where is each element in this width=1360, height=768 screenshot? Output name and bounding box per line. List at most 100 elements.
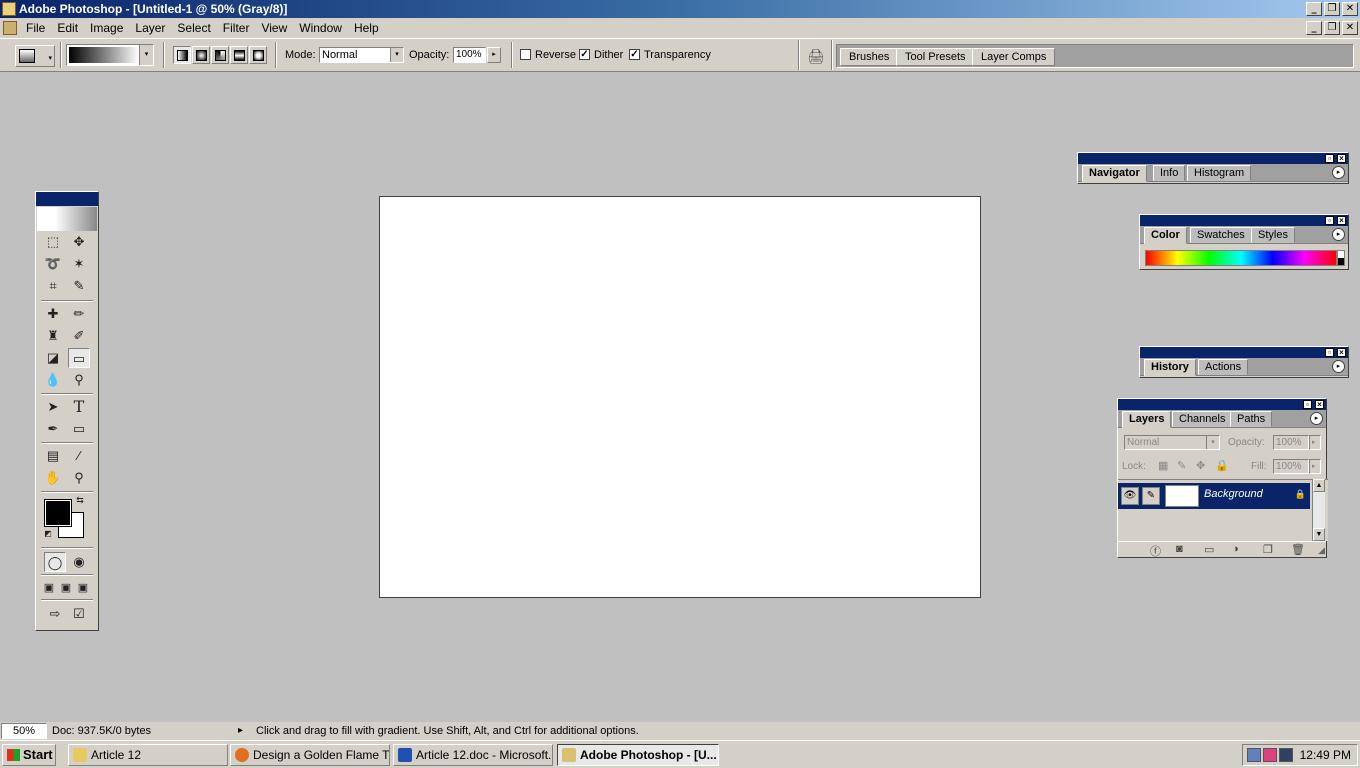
start-button[interactable]: Start	[2, 744, 56, 766]
tab-styles[interactable]: Styles	[1251, 227, 1295, 243]
tab-navigator[interactable]: Navigator	[1082, 165, 1147, 182]
palette-minimize-icon[interactable]: ▫	[1303, 400, 1312, 409]
palette-close-icon[interactable]: ×	[1337, 216, 1346, 225]
menu-help[interactable]: Help	[348, 21, 385, 35]
pen-tool-icon[interactable]: ✒	[42, 419, 64, 439]
palette-menu-icon[interactable]: ▸	[1310, 412, 1323, 425]
slice-tool-icon[interactable]: ✎	[68, 276, 90, 296]
palette-close-icon[interactable]: ×	[1337, 348, 1346, 357]
healing-brush-tool-icon[interactable]: ✚	[42, 304, 64, 324]
menu-layer[interactable]: Layer	[129, 21, 171, 35]
lock-all-icon[interactable]: 🔒	[1215, 459, 1229, 472]
taskbar-button-firefox[interactable]: Design a Golden Flame T...	[230, 744, 390, 766]
palette-close-icon[interactable]: ×	[1315, 400, 1324, 409]
tab-color[interactable]: Color	[1144, 227, 1187, 244]
black-white-swatch[interactable]	[1337, 250, 1345, 266]
photoshop-feather-logo[interactable]	[37, 207, 97, 231]
menu-filter[interactable]: Filter	[217, 21, 256, 35]
doc-restore-button[interactable]: ❐	[1324, 21, 1340, 35]
zoom-level-input[interactable]: 50%	[1, 723, 47, 739]
brush-tool-icon[interactable]: ✏	[68, 304, 90, 324]
doc-minimize-button[interactable]: _	[1306, 21, 1322, 35]
layer-opacity-input[interactable]: 100%	[1273, 435, 1309, 450]
menu-view[interactable]: View	[255, 21, 293, 35]
foreground-color-swatch[interactable]	[44, 499, 72, 527]
tab-layers[interactable]: Layers	[1122, 411, 1172, 428]
palette-menu-icon[interactable]: ▸	[1332, 360, 1345, 373]
lasso-tool-icon[interactable]: ➰	[42, 254, 64, 274]
opacity-slider-arrow-icon[interactable]: ▸	[487, 47, 501, 63]
menu-image[interactable]: Image	[84, 21, 129, 35]
jump-to-imageready-icon[interactable]: ⇨	[44, 604, 66, 624]
tab-history[interactable]: History	[1144, 359, 1196, 376]
dodge-tool-icon[interactable]: ⚲	[68, 370, 90, 390]
menu-window[interactable]: Window	[293, 21, 348, 35]
move-tool-icon[interactable]: ✥	[68, 232, 90, 252]
add-mask-icon[interactable]: ◙	[1176, 543, 1183, 555]
menu-select[interactable]: Select	[171, 21, 216, 35]
radial-gradient-button[interactable]	[192, 46, 210, 64]
menu-file[interactable]: File	[20, 21, 51, 35]
standard-mode-icon[interactable]: ◯	[44, 552, 66, 572]
crop-tool-icon[interactable]: ⌗	[42, 276, 64, 296]
tray-app-icon[interactable]	[1263, 748, 1277, 762]
photoshop-app-icon[interactable]	[2, 2, 16, 16]
new-layer-icon[interactable]: ❐	[1263, 543, 1273, 556]
gradient-tool-icon[interactable]: ▭	[68, 348, 90, 368]
layers-scrollbar[interactable]: ▲ ▼	[1312, 479, 1325, 541]
tab-brushes[interactable]: Brushes	[840, 48, 899, 66]
menu-edit[interactable]: Edit	[51, 21, 84, 35]
layer-visibility-eye-icon[interactable]: 👁	[1121, 487, 1139, 505]
toolbox-titlebar[interactable]	[36, 192, 98, 206]
lock-transparent-icon[interactable]: ▦	[1158, 459, 1168, 472]
fill-arrow-icon[interactable]: ▸	[1309, 459, 1321, 474]
lock-position-icon[interactable]: ✥	[1196, 459, 1205, 472]
file-browser-icon[interactable]: 🖨	[807, 48, 825, 64]
tab-channels[interactable]: Channels	[1172, 411, 1233, 427]
clock[interactable]: 12:49 PM	[1300, 748, 1351, 762]
dither-checkbox[interactable]: ✓	[579, 49, 590, 60]
diamond-gradient-button[interactable]	[249, 46, 267, 64]
layer-thumbnail[interactable]	[1165, 485, 1199, 507]
new-group-icon[interactable]: ▭	[1204, 543, 1214, 556]
magic-wand-tool-icon[interactable]: ✶	[68, 254, 90, 274]
quick-mask-mode-icon[interactable]: ◉	[68, 552, 90, 572]
restore-button[interactable]: ❐	[1324, 2, 1340, 16]
delete-layer-icon[interactable]: 🗑	[1291, 543, 1305, 556]
minimize-button[interactable]: _	[1306, 2, 1322, 16]
full-screen-menu-mode-icon[interactable]: ▣	[57, 578, 75, 598]
resize-grip-icon[interactable]: ◢	[1318, 545, 1325, 556]
document-icon[interactable]	[3, 21, 17, 35]
default-colors-icon[interactable]: ◩	[42, 528, 54, 540]
mode-select[interactable]: Normal ▾	[319, 47, 404, 63]
notes-tool-icon[interactable]: ▤	[42, 446, 64, 466]
lock-image-icon[interactable]: ✎	[1177, 459, 1186, 472]
angle-gradient-button[interactable]	[211, 46, 229, 64]
color-spectrum-ramp[interactable]	[1145, 250, 1337, 266]
doc-close-button[interactable]: ✕	[1342, 21, 1358, 35]
palette-menu-icon[interactable]: ▸	[1332, 166, 1345, 179]
tab-layer-comps[interactable]: Layer Comps	[972, 48, 1056, 66]
path-selection-tool-icon[interactable]: ➤	[42, 397, 64, 417]
add-layer-style-icon[interactable]: ⓕ	[1150, 543, 1161, 559]
reflected-gradient-button[interactable]	[230, 46, 248, 64]
taskbar-button-word[interactable]: Article 12.doc - Microsoft...	[393, 744, 553, 766]
tool-preset-picker[interactable]: ▾	[15, 45, 55, 67]
tab-actions[interactable]: Actions	[1198, 359, 1249, 375]
layer-brush-icon[interactable]: ✎	[1142, 487, 1160, 505]
fill-input[interactable]: 100%	[1273, 459, 1309, 474]
palette-menu-icon[interactable]: ▸	[1332, 228, 1345, 241]
layer-opacity-arrow-icon[interactable]: ▸	[1309, 435, 1321, 450]
marquee-tool-icon[interactable]: ⬚	[42, 232, 64, 252]
edit-in-imageready-icon[interactable]: ☑	[68, 604, 90, 624]
blend-mode-select[interactable]: Normal ▾	[1124, 435, 1220, 450]
history-brush-tool-icon[interactable]: ✐	[68, 326, 90, 346]
linear-gradient-button[interactable]	[173, 46, 191, 64]
clone-stamp-tool-icon[interactable]: ♜	[42, 326, 64, 346]
tab-histogram[interactable]: Histogram	[1187, 165, 1252, 181]
zoom-tool-icon[interactable]: ⚲	[68, 468, 90, 488]
document-canvas[interactable]	[379, 196, 981, 598]
opacity-input[interactable]: 100%	[453, 47, 486, 63]
doc-info[interactable]: Doc: 937.5K/0 bytes	[52, 725, 151, 737]
eraser-tool-icon[interactable]: ◪	[42, 348, 64, 368]
